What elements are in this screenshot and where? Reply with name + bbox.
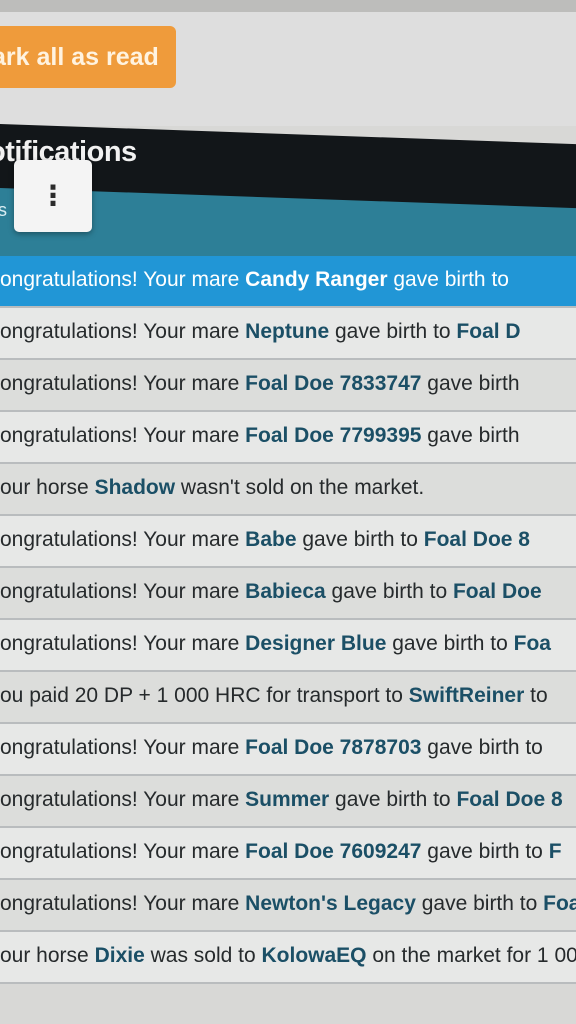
horse-link[interactable]: Foal Doe 7609247	[245, 840, 421, 863]
notification-text: ongratulations! Your mare	[0, 268, 246, 291]
notification-row[interactable]: ongratulations! Your mare Babieca gave b…	[0, 568, 576, 620]
notification-row[interactable]: ongratulations! Your mare Foal Doe 76092…	[0, 828, 576, 880]
notification-row[interactable]: ongratulations! Your mare Foal Doe 78337…	[0, 360, 576, 412]
notification-text: ongratulations! Your mare	[0, 320, 246, 343]
notification-text: gave birth to	[421, 840, 549, 863]
horse-link[interactable]: Shadow	[95, 476, 176, 499]
horse-link[interactable]: Neptune	[245, 320, 329, 343]
foal-link[interactable]: Foa	[543, 892, 576, 915]
notification-text: ongratulations! Your mare	[0, 892, 246, 915]
foal-link[interactable]: Foa	[514, 632, 551, 655]
horse-link[interactable]: Designer Blue	[245, 632, 386, 655]
notification-text: gave birth	[421, 372, 520, 395]
notification-text: gave birth to	[415, 892, 544, 915]
notification-text: to	[524, 684, 548, 707]
horse-link[interactable]: Foal Doe 7833747	[245, 372, 421, 395]
tab-label[interactable]: s	[0, 200, 7, 221]
notification-text: ongratulations! Your mare	[0, 632, 246, 655]
foal-link[interactable]: F	[549, 840, 562, 863]
foal-link[interactable]: Foal Doe 8	[456, 788, 562, 811]
more-vertical-icon: ⋮	[39, 180, 67, 211]
notification-text: ou paid 20 DP + 1 000 HRC for transport …	[0, 684, 409, 707]
horse-link[interactable]: Candy Ranger	[245, 268, 387, 291]
notification-row[interactable]: ongratulations! Your mare Babe gave birt…	[0, 516, 576, 568]
notification-row[interactable]: our horse Shadow wasn't sold on the mark…	[0, 464, 576, 516]
notification-text: our horse	[0, 476, 95, 499]
foal-link[interactable]: Foal D	[456, 320, 520, 343]
top-edge	[0, 0, 576, 12]
foal-link[interactable]: Foal Doe 8	[424, 528, 530, 551]
notification-text: gave birth to	[387, 268, 509, 291]
mark-all-as-read-button[interactable]: ark all as read	[0, 26, 176, 88]
notification-text: ongratulations! Your mare	[0, 372, 246, 395]
horse-link[interactable]: Dixie	[95, 944, 145, 967]
notification-row[interactable]: ou paid 20 DP + 1 000 HRC for transport …	[0, 672, 576, 724]
horse-link[interactable]: Babe	[245, 528, 296, 551]
notification-row[interactable]: ongratulations! Your mare Newton's Legac…	[0, 880, 576, 932]
notification-text: ongratulations! Your mare	[0, 788, 246, 811]
user-link[interactable]: KolowaEQ	[262, 944, 367, 967]
notification-row[interactable]: ongratulations! Your mare Candy Ranger g…	[0, 256, 576, 308]
notification-text: gave birth to	[329, 788, 457, 811]
notification-text: gave birth	[421, 424, 520, 447]
notification-text: gave birth to	[421, 736, 543, 759]
horse-link[interactable]: Babieca	[245, 580, 326, 603]
foal-link[interactable]: Foal Doe	[453, 580, 542, 603]
more-options-button[interactable]: ⋮	[14, 160, 92, 232]
notification-text: ongratulations! Your mare	[0, 580, 246, 603]
notification-text: ongratulations! Your mare	[0, 528, 246, 551]
notification-text: gave birth to	[296, 528, 424, 551]
notification-text: gave birth to	[329, 320, 457, 343]
notification-text: our horse	[0, 944, 95, 967]
notification-text: ongratulations! Your mare	[0, 840, 246, 863]
notification-text: gave birth to	[325, 580, 453, 603]
notification-text: ongratulations! Your mare	[0, 736, 246, 759]
horse-link[interactable]: Foal Doe 7799395	[245, 424, 421, 447]
horse-link[interactable]: Foal Doe 7878703	[245, 736, 421, 759]
notification-row[interactable]: ongratulations! Your mare Designer Blue …	[0, 620, 576, 672]
notification-row[interactable]: ongratulations! Your mare Foal Doe 78787…	[0, 724, 576, 776]
notification-text: was sold to	[144, 944, 262, 967]
user-link[interactable]: SwiftReiner	[409, 684, 525, 707]
notification-text: on the market for 1 00	[366, 944, 576, 967]
notification-row[interactable]: our horse Dixie was sold to KolowaEQ on …	[0, 932, 576, 984]
notification-row[interactable]: ongratulations! Your mare Foal Doe 77993…	[0, 412, 576, 464]
notification-text: gave birth to	[386, 632, 514, 655]
notification-row[interactable]: ongratulations! Your mare Neptune gave b…	[0, 308, 576, 360]
notification-row[interactable]: ongratulations! Your mare Summer gave bi…	[0, 776, 576, 828]
horse-link[interactable]: Summer	[245, 788, 329, 811]
horse-link[interactable]: Newton's Legacy	[245, 892, 416, 915]
notification-text: wasn't sold on the market.	[175, 476, 425, 499]
notification-text: ongratulations! Your mare	[0, 424, 246, 447]
